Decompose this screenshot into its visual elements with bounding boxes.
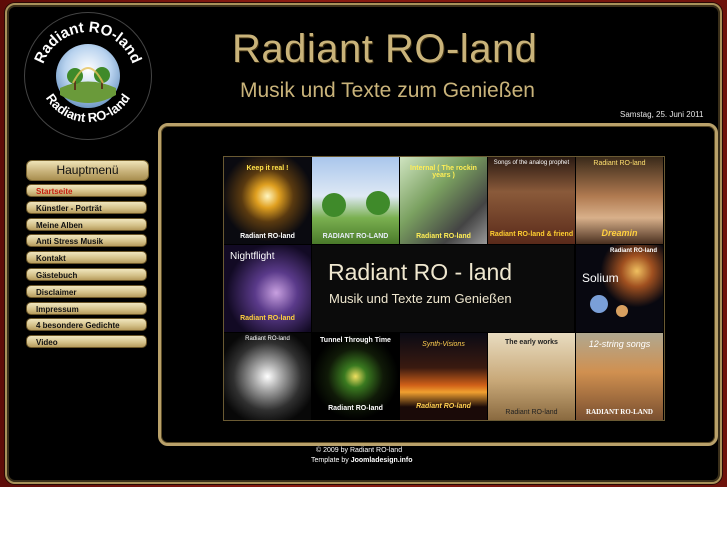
album-artist: Radiant RO-land	[416, 233, 471, 240]
template-link[interactable]: Joomladesign.info	[351, 457, 413, 464]
album-tile-the-early-works[interactable]: The early works Radiant RO-land	[488, 333, 575, 420]
menu-item-kuenstler-portraet[interactable]: Künstler - Porträt	[26, 201, 147, 214]
logo-graphic: Radiant RO-land Radiant RO-land	[31, 19, 145, 125]
planet-shape	[590, 295, 608, 313]
album-artist: Radiant RO-land	[328, 405, 383, 412]
footer-template-credit: Template by Joomladesign.info	[311, 457, 413, 464]
menu-item-gaestebuch[interactable]: Gästebuch	[26, 268, 147, 281]
album-artist: Radiant RO-land	[416, 403, 471, 410]
menu-item-disclaimer[interactable]: Disclaimer	[26, 285, 147, 298]
menu-item-impressum[interactable]: Impressum	[26, 302, 147, 315]
site-logo[interactable]: Radiant RO-land Radiant RO-land	[24, 12, 152, 140]
album-title: Solium	[582, 271, 619, 285]
banner-title: Radiant RO - land	[328, 259, 513, 285]
planet-shape	[616, 305, 628, 317]
album-tile-tunnel-through-time[interactable]: Tunnel Through Time Radiant RO-land	[312, 333, 399, 420]
album-artist: Radiant RO-land	[245, 336, 290, 342]
album-title: Keep it real !	[246, 165, 289, 172]
album-tile-solium[interactable]: Radiant RO-land Solium	[576, 245, 663, 332]
main-menu-header: Hauptmenü	[26, 160, 149, 181]
album-tile-nightflight[interactable]: Nightflight Radiant RO-land	[224, 245, 311, 332]
album-tile-synth-visions[interactable]: Synth-Visions Radiant RO-land	[400, 333, 487, 420]
album-artist: Radiant RO-land & friend	[489, 231, 574, 238]
album-title: The early works	[505, 339, 558, 346]
site-title: Radiant RO-land	[232, 27, 538, 71]
album-title: 12-string songs	[588, 339, 651, 349]
menu-item-kontakt[interactable]: Kontakt	[26, 251, 147, 264]
footer-copyright: © 2009 by Radiant RO-land	[316, 447, 403, 454]
menu-item-meine-alben[interactable]: Meine Alben	[26, 218, 147, 231]
album-tile-dreamin[interactable]: Radiant RO-land Dreamin	[576, 157, 663, 244]
album-artist: RADIANT RO-LAND	[322, 233, 389, 240]
album-title: Internal ( The rockin years )	[410, 165, 477, 179]
album-title: Nightflight	[230, 251, 275, 262]
album-artist: Radiant RO-land	[609, 248, 657, 254]
album-title: Synth-Visions	[422, 341, 465, 348]
tree-shape	[322, 193, 346, 217]
album-tile-internal[interactable]: Internal ( The rockin years ) Radiant RO…	[400, 157, 487, 244]
menu-item-startseite[interactable]: Startseite	[26, 184, 147, 197]
album-artist: Radiant RO-land	[593, 160, 646, 167]
tree-shape	[366, 191, 390, 215]
site-subtitle: Musik und Texte zum Genießen	[240, 79, 535, 102]
album-title: Tunnel Through Time	[320, 337, 391, 344]
album-tile-keep-it-real[interactable]: Keep it real ! Radiant RO-land	[224, 157, 311, 244]
album-artist: Radiant RO-land	[240, 315, 295, 322]
album-tile-12-string-songs[interactable]: 12-string songs RADIANT RO-LAND	[576, 333, 663, 420]
album-title: Dreamin	[601, 228, 638, 238]
banner-subtitle: Musik und Texte zum Genießen	[329, 291, 512, 306]
album-collage[interactable]: Keep it real ! Radiant RO-land RADIANT R…	[223, 156, 665, 421]
current-date: Samstag, 25. Juni 2011	[620, 110, 704, 119]
album-tile-radiant-ro-land[interactable]: RADIANT RO-LAND	[312, 157, 399, 244]
album-tile-songs-of-the-analog-prophet[interactable]: Songs of the analog prophet Radiant RO-l…	[488, 157, 575, 244]
template-prefix: Template by	[311, 457, 351, 464]
album-title: Songs of the analog prophet	[493, 160, 570, 166]
album-artist: Radiant RO-land	[240, 233, 295, 240]
album-tile-white-spiral[interactable]: Radiant RO-land	[224, 333, 311, 420]
album-artist: Radiant RO-land	[505, 409, 558, 416]
menu-item-4-besondere-gedichte[interactable]: 4 besondere Gedichte	[26, 318, 147, 331]
banner: Radiant RO - land Musik und Texte zum Ge…	[312, 245, 574, 332]
menu-item-video[interactable]: Video	[26, 335, 147, 348]
album-artist: RADIANT RO-LAND	[586, 408, 653, 416]
menu-item-anti-stress-musik[interactable]: Anti Stress Musik	[26, 234, 147, 247]
